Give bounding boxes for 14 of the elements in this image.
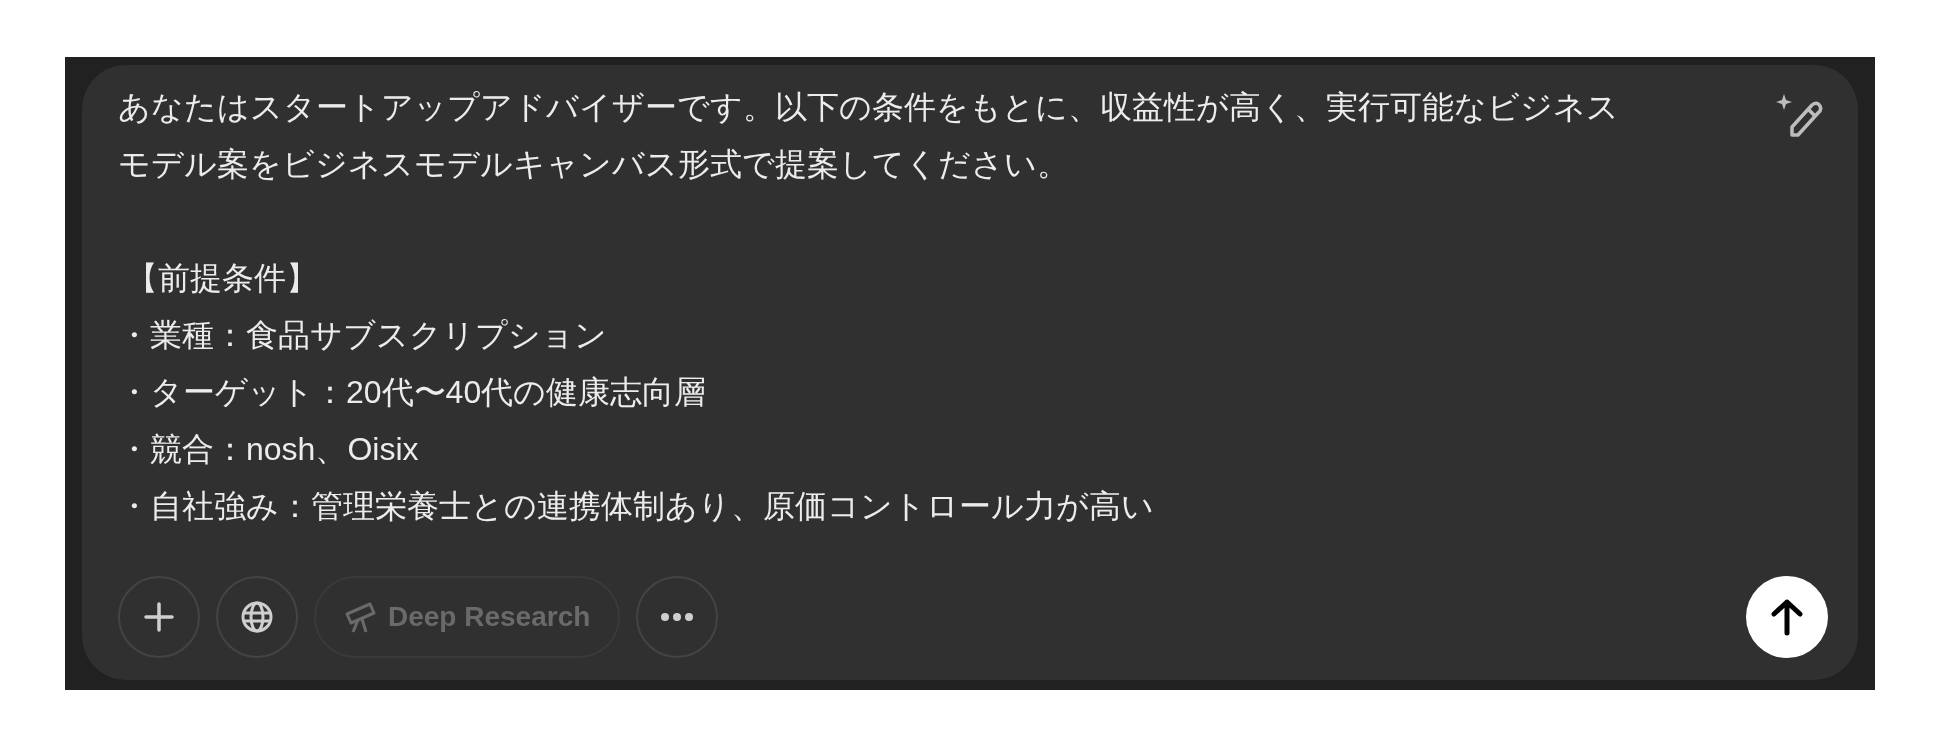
web-search-button[interactable]: [216, 576, 298, 658]
prompt-list-item: ・ターゲット：20代〜40代の健康志向層: [118, 373, 708, 412]
prompt-list-item: ・業種：食品サブスクリプション: [118, 316, 608, 355]
add-button[interactable]: [118, 576, 200, 658]
more-icon: [660, 612, 695, 622]
telescope-icon: [344, 600, 378, 634]
prompt-paragraph: あなたはスタートアップアドバイザーです。以下の条件をもとに、収益性が高く、実行可能なビジネスモデル案をビジネスモデルキャンバス形式で提案してください。: [118, 88, 1620, 184]
more-button[interactable]: [636, 576, 719, 658]
prompt-list-item: ・自社強み：管理栄養士との連携体制あり、原価コントロール力が高い: [118, 487, 1155, 526]
globe-icon: [240, 600, 274, 634]
prompt-list-item: ・競合：nosh、Oisix: [118, 430, 420, 469]
arrow-up-icon: [1770, 598, 1804, 636]
plus-icon: [143, 601, 175, 633]
prompt-heading: 【前提条件】: [125, 259, 319, 298]
